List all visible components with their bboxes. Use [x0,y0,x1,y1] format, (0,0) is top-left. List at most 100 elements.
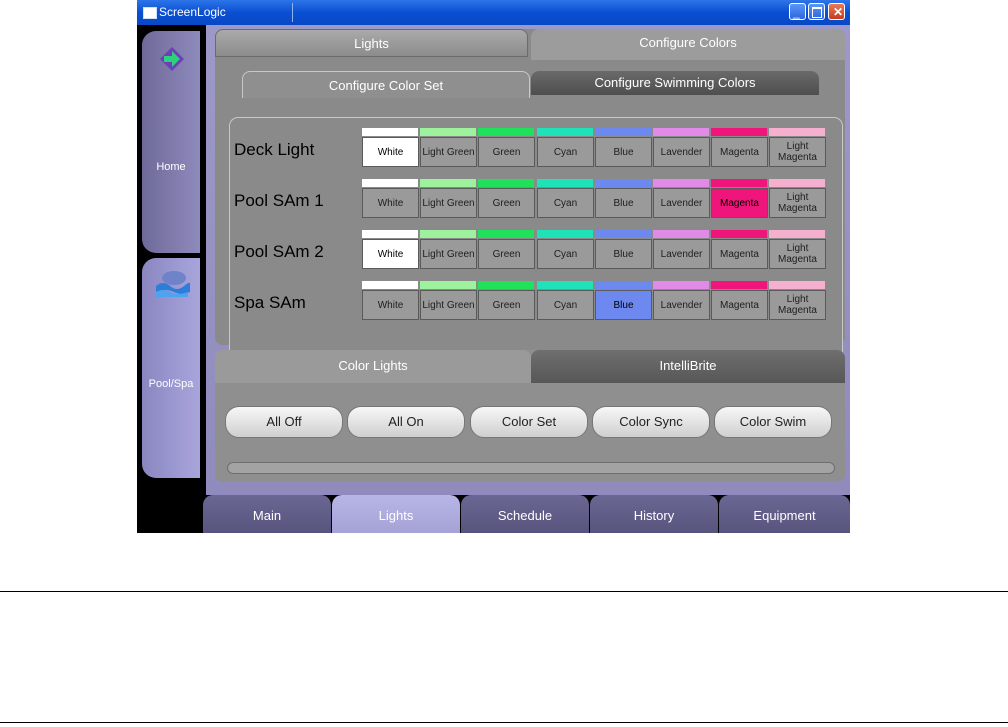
color-sync-button[interactable]: Color Sync [592,406,710,438]
color-swatch [653,230,709,238]
color-option-button[interactable]: Light Green [420,137,477,167]
color-swatch [362,230,418,238]
color-swatch [478,179,534,187]
nav-tab-schedule[interactable]: Schedule [461,495,589,533]
color-swatch [653,179,709,187]
progress-bar [227,462,835,474]
color-option-button[interactable]: Green [478,137,535,167]
window-title: ScreenLogic [159,5,226,19]
color-option-button[interactable]: Lavender [653,137,710,167]
tab-configure-color-set[interactable]: Configure Color Set [242,71,530,98]
color-option-button[interactable]: White [362,290,419,320]
color-option-button[interactable]: Magenta [711,188,768,218]
light-name: Pool SAm 1 [234,191,324,210]
color-option-button[interactable]: Green [478,239,535,269]
color-swatch [595,281,651,289]
maximize-button[interactable] [808,3,825,20]
color-swatch [362,179,418,187]
color-swatch [537,230,593,238]
pool-wave-icon [156,271,190,297]
color-option-button[interactable]: Blue [595,239,652,269]
screenlogic-window: ScreenLogic _ ✕ Home Pool/Spa Lights Con… [137,0,850,533]
color-option-button[interactable]: Light Green [420,188,477,218]
color-swatch [362,128,418,136]
color-option-button[interactable]: Cyan [537,290,594,320]
page-divider [0,591,1008,592]
color-swatch [478,230,534,238]
sidebar-item-pool-spa[interactable]: Pool/Spa [142,258,200,478]
color-swatch [711,281,767,289]
color-option-button[interactable]: Magenta [711,239,768,269]
light-name: Pool SAm 2 [234,242,324,261]
color-swatch [595,128,651,136]
color-swatch [595,179,651,187]
color-swatch [711,230,767,238]
color-option-button[interactable]: Light Magenta [769,137,826,167]
color-swatch [537,179,593,187]
color-swatch [653,281,709,289]
tab-color-lights[interactable]: Color Lights [215,350,531,383]
color-option-button[interactable]: Cyan [537,239,594,269]
nav-tab-history[interactable]: History [590,495,718,533]
color-swatch [653,128,709,136]
color-option-button[interactable]: Blue [595,137,652,167]
all-off-button[interactable]: All Off [225,406,343,438]
light-name: Deck Light [234,140,315,159]
tab-configure-swimming-colors[interactable]: Configure Swimming Colors [531,71,819,95]
color-option-button[interactable]: Cyan [537,188,594,218]
color-option-button[interactable]: Lavender [653,290,710,320]
color-swatch [711,179,767,187]
color-option-button[interactable]: Blue [595,290,652,320]
color-option-button[interactable]: Light Green [420,290,477,320]
all-on-button[interactable]: All On [347,406,465,438]
color-swatch [420,179,476,187]
color-option-button[interactable]: Light Green [420,239,477,269]
color-swatch [537,281,593,289]
color-swim-button[interactable]: Color Swim [714,406,832,438]
close-button[interactable]: ✕ [828,3,845,20]
color-lights-panel: Color Lights IntelliBrite All Off All On… [215,350,845,482]
nav-tab-main[interactable]: Main [203,495,331,533]
tab-intellibrite[interactable]: IntelliBrite [531,350,845,383]
nav-tab-equipment[interactable]: Equipment [719,495,850,533]
color-swatch [595,230,651,238]
color-swatch [420,128,476,136]
color-set-button[interactable]: Color Set [470,406,588,438]
color-swatch [537,128,593,136]
color-swatch [478,128,534,136]
color-option-button[interactable]: Light Magenta [769,239,826,269]
title-bar[interactable]: ScreenLogic _ ✕ [137,0,850,25]
tab-lights[interactable]: Lights [215,29,528,57]
sidebar-item-home[interactable]: Home [142,31,200,253]
color-option-button[interactable]: Magenta [711,137,768,167]
color-swatch [420,230,476,238]
client-area: Home Pool/Spa Lights Configure Colors Co… [137,25,850,533]
sidebar-item-label: Home [156,161,186,173]
color-option-button[interactable]: Lavender [653,239,710,269]
color-swatch [711,128,767,136]
color-option-button[interactable]: Blue [595,188,652,218]
color-option-button[interactable]: White [362,188,419,218]
color-option-button[interactable]: Lavender [653,188,710,218]
color-option-button[interactable]: Magenta [711,290,768,320]
color-set-grid: Deck Light White Light Green Green Cyan Blue L… [229,117,843,363]
color-option-button[interactable]: Cyan [537,137,594,167]
app-icon [143,7,157,19]
color-option-button[interactable]: Green [478,188,535,218]
color-swatch [362,281,418,289]
color-option-button[interactable]: Green [478,290,535,320]
color-swatch [769,281,825,289]
color-swatch [769,179,825,187]
nav-tab-lights[interactable]: Lights [332,495,460,533]
sidebar-item-label: Pool/Spa [148,378,194,390]
color-option-button[interactable]: White [362,137,419,167]
tab-configure-colors[interactable]: Configure Colors [531,29,845,60]
minimize-button[interactable]: _ [789,3,806,20]
arrow-diamond-icon [160,47,184,71]
page-divider [0,722,1008,723]
color-swatch [769,128,825,136]
color-option-button[interactable]: White [362,239,419,269]
color-option-button[interactable]: Light Magenta [769,290,826,320]
color-option-button[interactable]: Light Magenta [769,188,826,218]
color-swatch [478,281,534,289]
